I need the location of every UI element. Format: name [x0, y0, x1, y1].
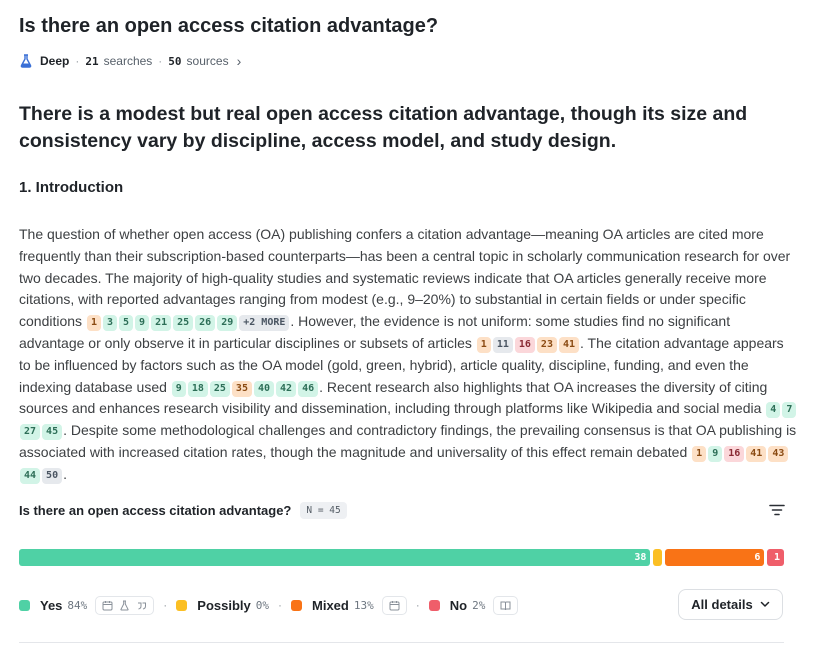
citation-chip[interactable]: 1	[476, 336, 491, 353]
legend-separator: ·	[163, 598, 168, 612]
chevron-right-icon[interactable]: ›	[237, 53, 242, 69]
citation-chip[interactable]: 26	[195, 315, 216, 332]
citation-chip[interactable]: 9	[708, 445, 723, 462]
consensus-question: Is there an open access citation advanta…	[19, 502, 292, 518]
flask-icon	[119, 600, 130, 611]
legend-percent: 13%	[353, 598, 374, 612]
citation-chip[interactable]: 1	[86, 315, 101, 332]
citation-chip[interactable]: 25	[209, 380, 230, 397]
legend-label: Yes	[40, 597, 63, 613]
more-citations-chip[interactable]: +2 MORE	[239, 315, 290, 332]
sources-count: 50	[168, 54, 182, 68]
study-type-chip[interactable]	[493, 595, 519, 615]
question-title: Is there an open access citation advanta…	[19, 15, 439, 37]
citation-chip[interactable]: 25	[173, 315, 194, 332]
legend-swatch	[19, 599, 30, 611]
legend-item-yes[interactable]: Yes 84%	[19, 595, 155, 615]
citation-chip[interactable]: 7	[782, 402, 797, 419]
paragraph-text: . Despite some methodological challenges…	[19, 422, 797, 460]
section-divider	[19, 642, 784, 643]
legend-label: Mixed	[312, 597, 349, 613]
citation-chip[interactable]: 11	[492, 336, 513, 353]
meter-count-no: 1	[773, 552, 780, 563]
citation-chip[interactable]: 35	[231, 380, 252, 397]
sources-label: sources	[186, 54, 229, 68]
citation-chip[interactable]: 44	[20, 467, 41, 484]
meter-segment-yes: 38	[19, 549, 651, 566]
legend-item-no[interactable]: No 2%	[428, 595, 519, 615]
all-details-button[interactable]: All details	[678, 589, 783, 620]
citation-chip[interactable]: 16	[724, 445, 745, 462]
meter-segment-possibly	[653, 549, 662, 566]
searches-count: 21	[85, 54, 99, 68]
legend-swatch	[428, 599, 440, 611]
answer-headline: There is a modest but real open access c…	[19, 103, 748, 152]
book-icon	[500, 600, 511, 611]
consensus-meter-bar: 38 6 1	[19, 549, 784, 566]
study-type-chip[interactable]	[381, 595, 407, 615]
chevron-down-icon	[760, 601, 769, 607]
study-type-chip[interactable]	[95, 595, 155, 615]
legend-percent: 84%	[67, 598, 88, 612]
all-details-label: All details	[691, 597, 753, 612]
legend-swatch	[176, 599, 188, 611]
legend-label: No	[449, 597, 468, 613]
consensus-meter-header: Is there an open access citation advanta…	[19, 500, 786, 520]
citation-chip[interactable]: 5	[119, 315, 134, 332]
search-meta[interactable]: Deep · 21 searches · 50 sources ›	[19, 53, 241, 69]
meta-separator: ·	[158, 54, 163, 68]
consensus-legend: Yes 84% · Possibly 0% · Mixed 13% · No 2%	[19, 593, 519, 617]
paragraph-text: .	[63, 465, 67, 482]
flask-icon	[20, 54, 32, 68]
meter-segment-mixed: 6	[664, 549, 765, 566]
legend-label: Possibly	[197, 597, 251, 613]
legend-item-mixed[interactable]: Mixed 13%	[291, 595, 407, 615]
search-mode: Deep	[40, 54, 70, 68]
searches-label: searches	[103, 54, 153, 68]
legend-separator: ·	[415, 598, 420, 612]
legend-percent: 2%	[472, 598, 486, 612]
meter-count-mixed: 6	[754, 552, 761, 563]
sample-size-badge: N = 45	[300, 501, 347, 519]
citation-chip[interactable]: 18	[187, 380, 208, 397]
citation-chip[interactable]: 3	[102, 315, 117, 332]
calendar-icon	[389, 600, 400, 611]
calendar-icon	[102, 600, 113, 611]
citation-chip[interactable]: 50	[42, 467, 63, 484]
citation-chip[interactable]: 29	[217, 315, 238, 332]
meter-segment-no: 1	[767, 549, 784, 566]
citation-chip[interactable]: 9	[171, 380, 186, 397]
citation-chip[interactable]: 40	[253, 380, 275, 397]
filter-lines-icon[interactable]	[768, 502, 786, 518]
citation-chip[interactable]: 16	[514, 336, 535, 353]
citation-chip[interactable]: 41	[746, 445, 767, 462]
consensus-answer-page: Is there an open access citation advanta…	[0, 0, 815, 650]
citation-chip[interactable]: 41	[558, 336, 580, 353]
citation-chip[interactable]: 46	[298, 380, 319, 397]
citation-chip[interactable]: 4	[766, 402, 781, 419]
citation-chip[interactable]: 45	[42, 424, 63, 441]
legend-swatch	[291, 599, 303, 611]
meter-count-yes: 38	[634, 552, 647, 563]
citation-chip[interactable]: 42	[276, 380, 297, 397]
legend-percent: 0%	[255, 598, 270, 612]
section-heading: 1. Introduction	[19, 179, 124, 196]
citation-chip[interactable]: 43	[768, 445, 789, 462]
citation-chip[interactable]: 1	[692, 445, 707, 462]
intro-paragraph: The question of whether open access (OA)…	[19, 224, 799, 486]
quote-icon	[136, 600, 147, 611]
citation-chip[interactable]: 23	[536, 336, 557, 353]
citation-chip[interactable]: 9	[135, 315, 150, 332]
meta-separator: ·	[75, 54, 80, 68]
citation-chip[interactable]: 21	[151, 315, 172, 332]
legend-separator: ·	[278, 598, 283, 612]
citation-chip[interactable]: 27	[20, 424, 41, 441]
legend-item-possibly[interactable]: Possibly 0%	[176, 598, 269, 613]
